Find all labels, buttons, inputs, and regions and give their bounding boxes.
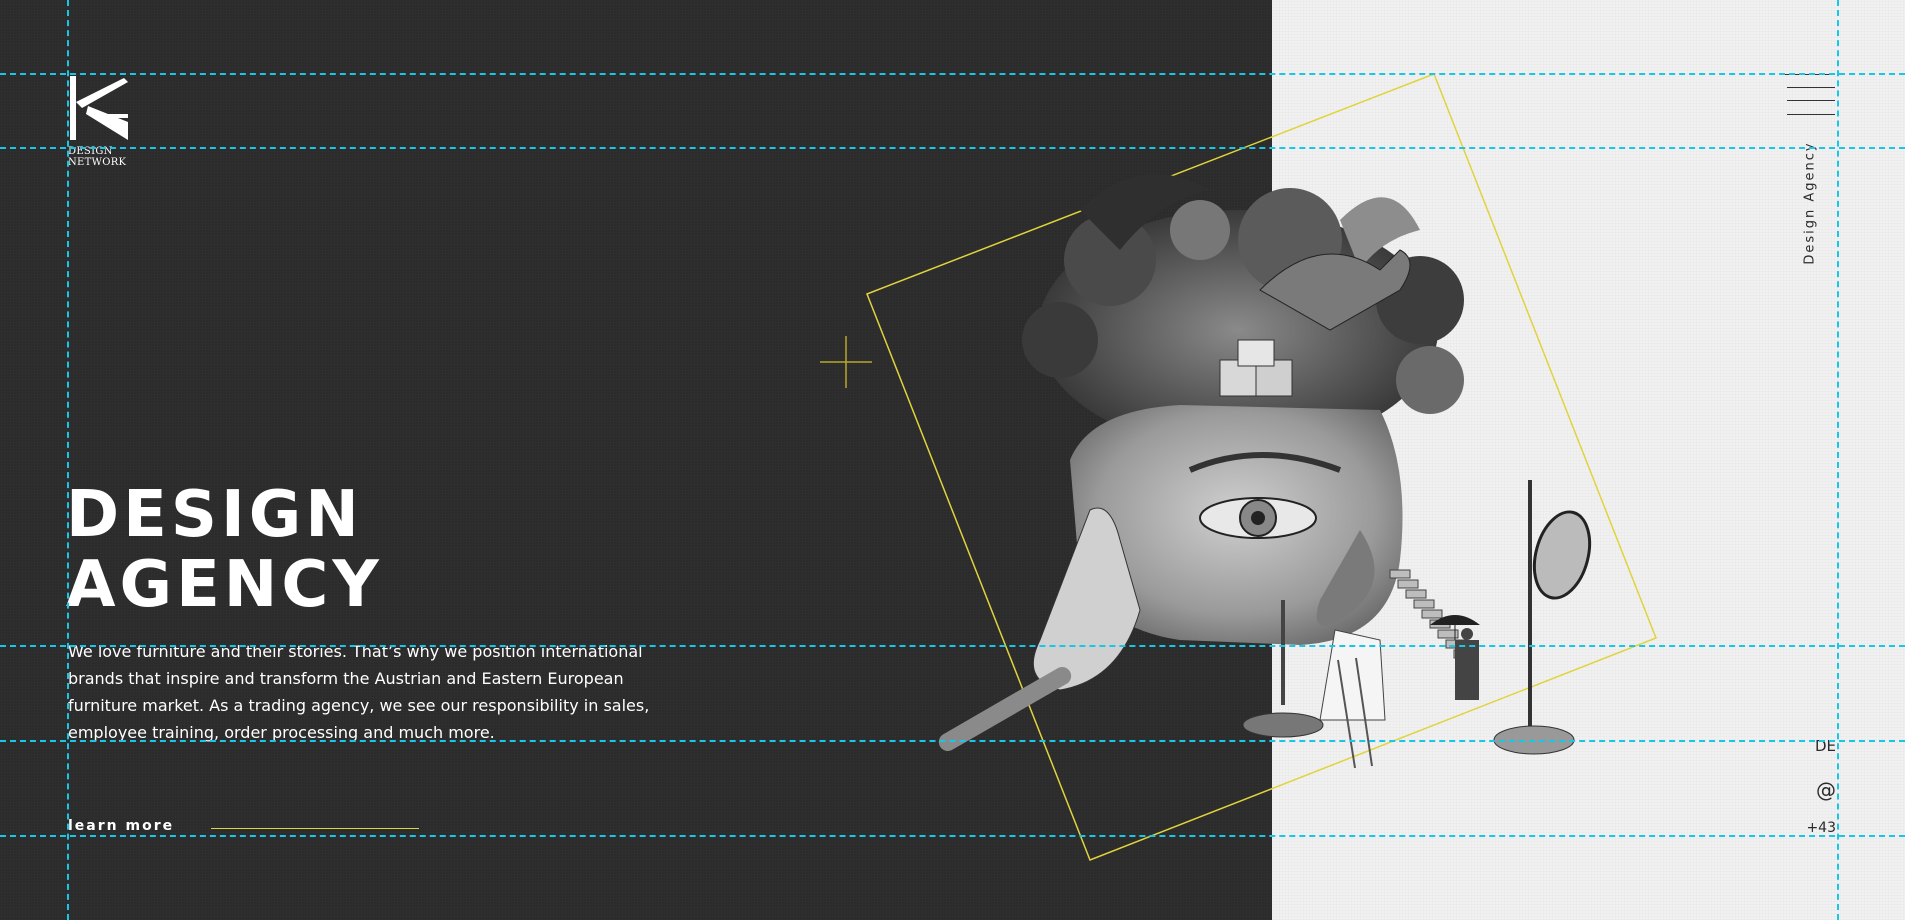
collage-cane (938, 667, 1072, 751)
collage-prism (1319, 629, 1386, 721)
collage-eye (1199, 497, 1317, 539)
vertical-label-text: Design Agency (1802, 141, 1818, 265)
language-switch[interactable]: DE (1815, 737, 1836, 755)
vertical-design-agency-label: Design Agency (1800, 141, 1820, 264)
email-link[interactable]: @ (1816, 778, 1836, 802)
hamburger-menu-icon[interactable] (1775, 72, 1835, 118)
collage-magnifier-stand (1493, 480, 1592, 755)
plus-cross-icon (820, 336, 872, 388)
hero-illustration (820, 73, 1657, 861)
phone-link[interactable]: +43 (1806, 820, 1836, 836)
